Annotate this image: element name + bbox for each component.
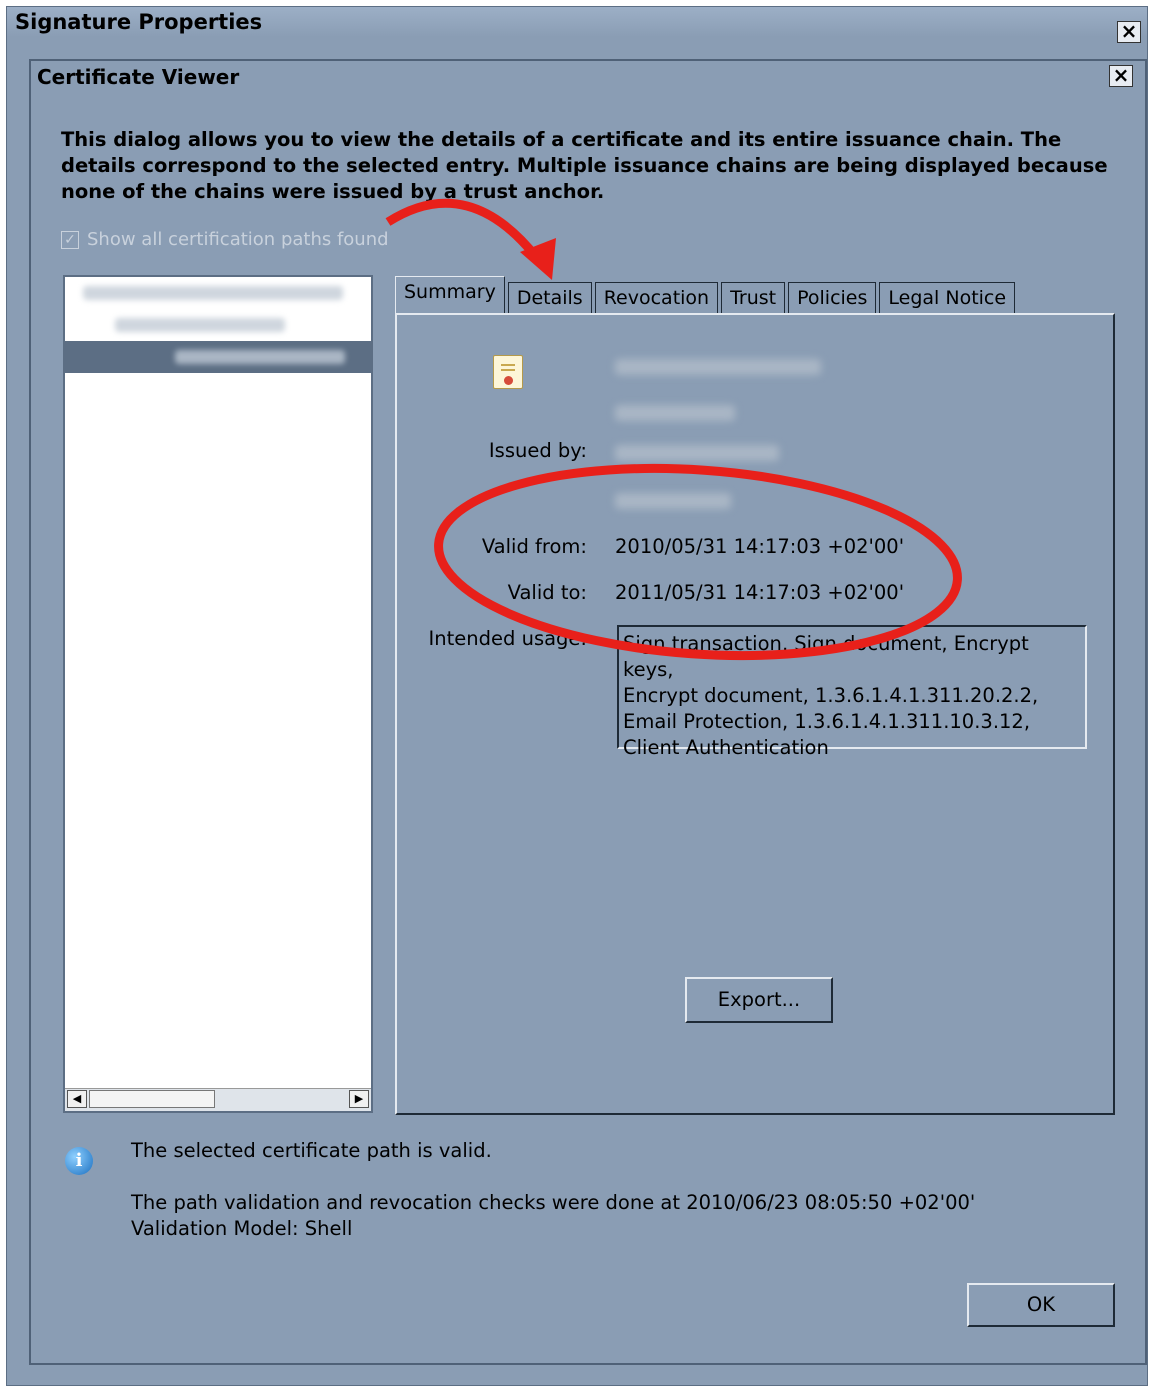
validation-model-text: Validation Model: Shell — [131, 1217, 353, 1240]
issued-by-label: Issued by: — [488, 439, 587, 462]
checkbox-icon: ✓ — [61, 230, 79, 249]
outer-close-button[interactable]: × — [1117, 21, 1141, 43]
valid-from-label: Valid from: — [481, 535, 587, 558]
signature-properties-window: Signature Properties × Certificate Viewe… — [6, 6, 1148, 1386]
tab-legal-notice[interactable]: Legal Notice — [879, 282, 1016, 313]
tree-item-selected[interactable] — [65, 341, 371, 373]
tab-revocation[interactable]: Revocation — [594, 282, 719, 313]
outer-title-bar: Signature Properties — [7, 7, 1147, 37]
scroll-right-icon[interactable]: ▶ — [349, 1090, 369, 1108]
path-valid-text: The selected certificate path is valid. — [131, 1139, 492, 1162]
info-icon: i — [65, 1147, 93, 1175]
export-button[interactable]: Export... — [685, 977, 833, 1023]
dialog-description: This dialog allows you to view the detai… — [61, 128, 1108, 203]
tab-trust[interactable]: Trust — [721, 282, 786, 313]
tab-policies[interactable]: Policies — [788, 282, 877, 313]
valid-from-value: 2010/05/31 14:17:03 +02'00' — [615, 535, 905, 558]
valid-to-label: Valid to: — [507, 581, 587, 604]
certificate-viewer-window: Certificate Viewer × This dialog allows … — [29, 59, 1147, 1365]
issuer-org-redacted — [615, 493, 731, 509]
show-all-paths-label: Show all certification paths found — [87, 229, 389, 250]
usage-line: Encrypt document, 1.3.6.1.4.1.311.20.2.2… — [623, 684, 1039, 707]
usage-line: Sign transaction, Sign document, Encrypt… — [623, 632, 1029, 681]
summary-panel: Issued by: Valid from: 2010/05/31 14:17:… — [395, 313, 1115, 1115]
show-all-paths-checkbox[interactable]: ✓ Show all certification paths found — [61, 229, 389, 250]
ok-button[interactable]: OK — [967, 1283, 1115, 1327]
certificate-icon — [493, 355, 523, 389]
subject-name-redacted — [615, 359, 821, 375]
usage-line: Email Protection, 1.3.6.1.4.1.311.10.3.1… — [623, 710, 1031, 733]
subject-detail-redacted — [615, 405, 735, 421]
inner-window-title: Certificate Viewer — [37, 65, 240, 89]
tab-details[interactable]: Details — [507, 282, 592, 313]
close-icon: × — [1120, 19, 1138, 43]
outer-window-title: Signature Properties — [15, 10, 263, 34]
validation-time-text: The path validation and revocation check… — [131, 1191, 976, 1214]
tree-item[interactable] — [65, 277, 371, 309]
inner-title-bar: Certificate Viewer — [31, 61, 1145, 93]
tab-summary[interactable]: Summary — [395, 276, 505, 313]
close-icon: × — [1112, 63, 1130, 87]
usage-line: Client Authentication — [623, 736, 829, 759]
intended-usage-label: Intended usage: — [428, 627, 587, 650]
scroll-left-icon[interactable]: ◀ — [67, 1090, 87, 1108]
issuer-redacted — [615, 445, 779, 461]
valid-to-value: 2011/05/31 14:17:03 +02'00' — [615, 581, 905, 604]
tree-horizontal-scrollbar[interactable]: ◀ ▶ — [65, 1088, 371, 1111]
intended-usage-box[interactable]: Sign transaction, Sign document, Encrypt… — [617, 625, 1087, 759]
tab-bar: Summary Details Revocation Trust Policie… — [395, 275, 1018, 313]
scrollbar-thumb[interactable] — [89, 1090, 215, 1108]
inner-close-button[interactable]: × — [1109, 65, 1133, 87]
tree-item[interactable] — [65, 309, 371, 341]
certificate-chain-tree[interactable]: ◀ ▶ — [63, 275, 373, 1113]
